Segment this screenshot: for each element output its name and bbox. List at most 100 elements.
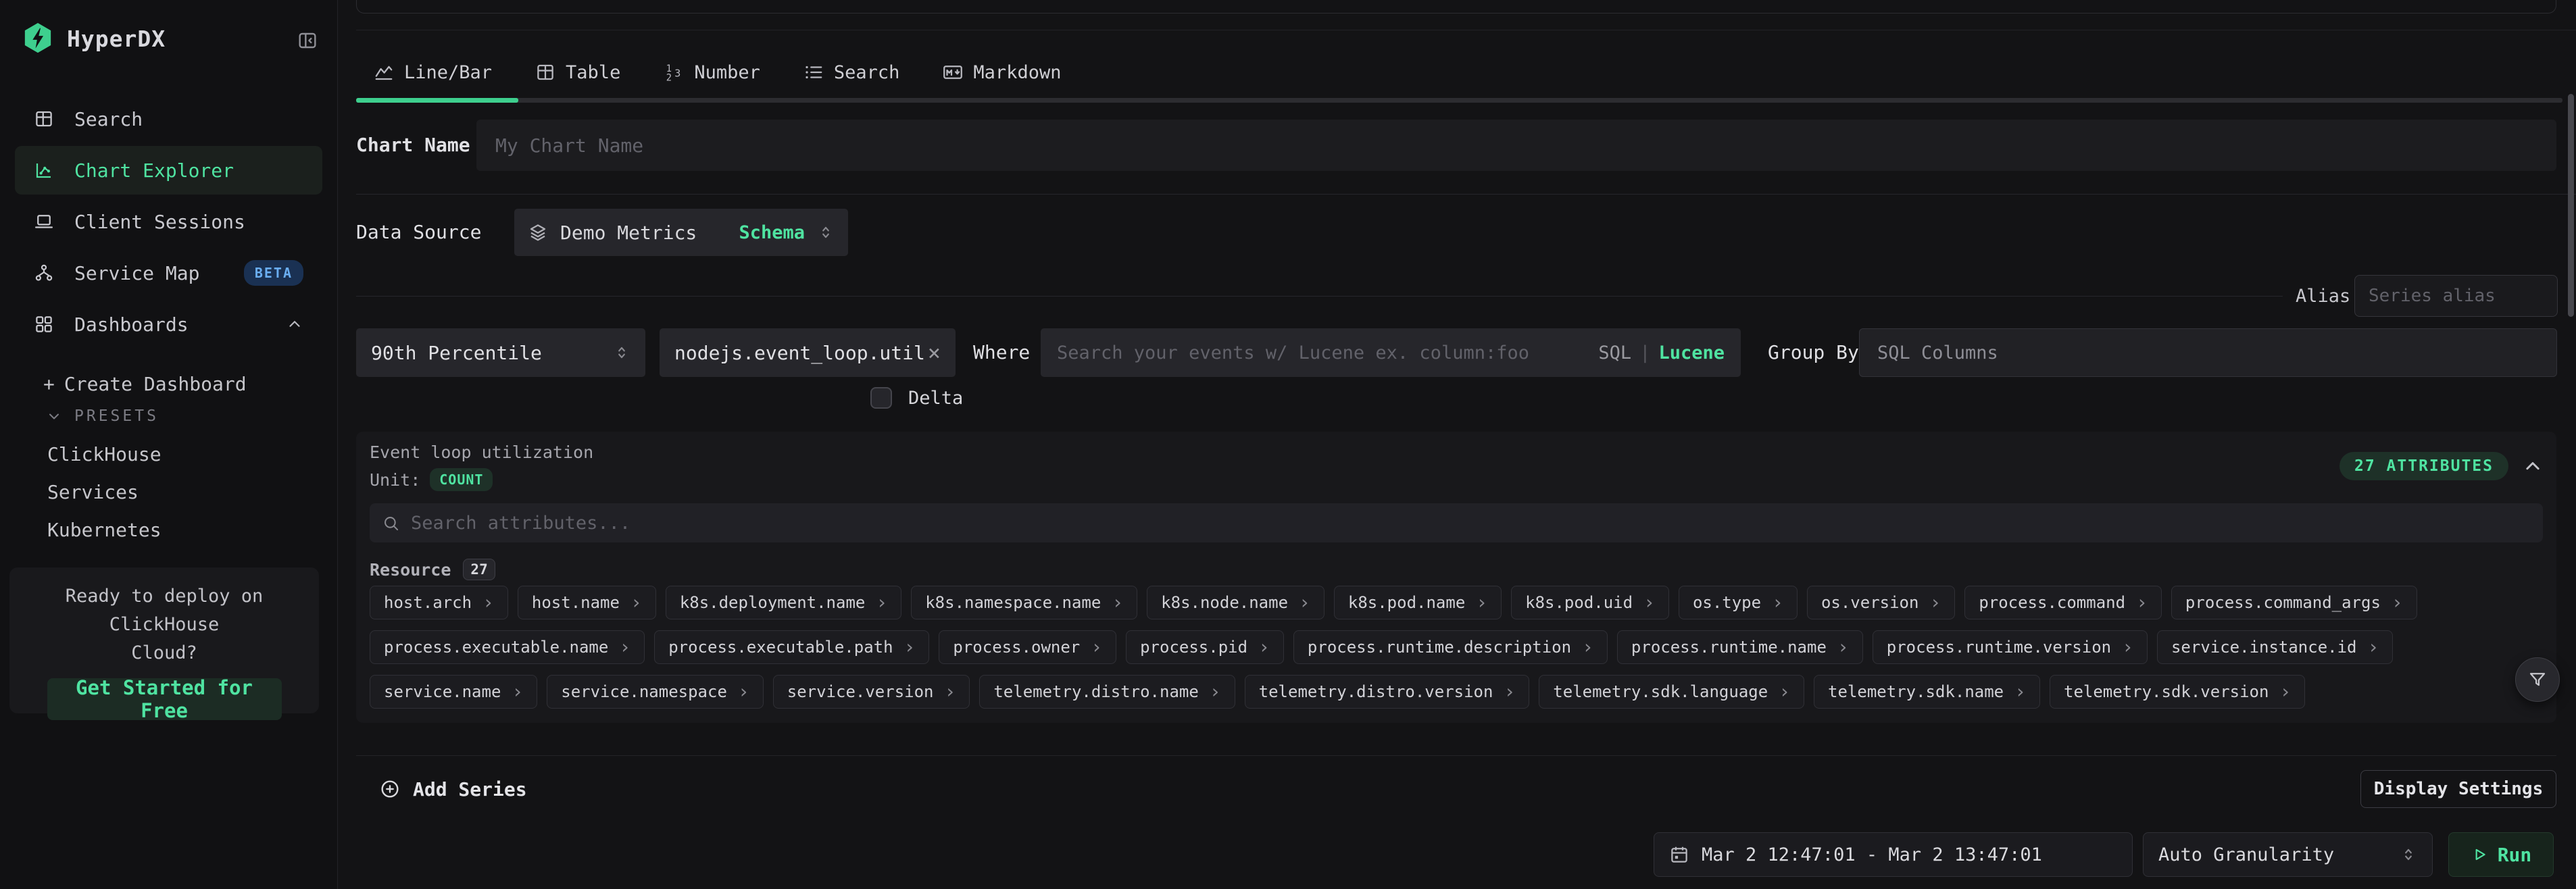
attribute-chip-label: process.runtime.name [1631, 638, 1827, 657]
schema-button[interactable]: Schema [739, 222, 805, 243]
attribute-chip[interactable]: telemetry.distro.name› [979, 675, 1235, 709]
sql-language-toggle[interactable]: SQL [1598, 342, 1631, 363]
attribute-chip-label: telemetry.sdk.language [1553, 682, 1768, 701]
preset-item-kubernetes[interactable]: Kubernetes [47, 511, 162, 549]
number-123-icon: 1 2 3 [664, 62, 684, 82]
table-search-icon [34, 109, 54, 129]
sidebar-nav: Search Chart Explorer [15, 95, 322, 351]
attribute-chip[interactable]: service.name› [370, 675, 537, 709]
chevron-right-icon: › [1772, 593, 1783, 612]
attribute-chip[interactable]: k8s.pod.uid› [1511, 586, 1669, 619]
chevron-updown-icon [2400, 846, 2417, 863]
attribute-chip[interactable]: process.runtime.name› [1617, 630, 1863, 664]
sidebar-item-label: Client Sessions [74, 211, 245, 233]
tab-search[interactable]: Search [803, 62, 900, 83]
chevron-down-icon [46, 408, 62, 424]
chevron-right-icon: › [2279, 682, 2291, 701]
attribute-chip[interactable]: service.instance.id› [2157, 630, 2393, 664]
attribute-chip-list: host.arch›host.name›k8s.deployment.name›… [370, 586, 2543, 709]
attribute-chip[interactable]: process.command› [1964, 586, 2162, 619]
attribute-chip[interactable]: host.name› [518, 586, 656, 619]
aggregation-select[interactable]: 90th Percentile [356, 328, 645, 377]
attribute-chip[interactable]: process.owner› [939, 630, 1116, 664]
attribute-chip[interactable]: process.runtime.description› [1293, 630, 1608, 664]
attribute-chip[interactable]: service.namespace› [547, 675, 764, 709]
run-label: Run [2498, 844, 2532, 866]
tab-label: Table [566, 62, 620, 83]
preset-item-services[interactable]: Services [47, 473, 162, 511]
chevron-right-icon: › [1504, 682, 1515, 701]
attribute-chip[interactable]: os.type› [1679, 586, 1798, 619]
where-label: Where [973, 328, 1030, 377]
attribute-chip[interactable]: telemetry.sdk.name› [1814, 675, 2040, 709]
sidebar-collapse-icon[interactable] [297, 30, 318, 51]
attribute-chip[interactable]: process.pid› [1126, 630, 1284, 664]
attribute-chip[interactable]: process.executable.name› [370, 630, 645, 664]
attribute-chip-label: telemetry.distro.version [1259, 682, 1493, 701]
tab-label: Markdown [973, 62, 1061, 83]
attribute-chip-label: process.executable.path [668, 638, 893, 657]
filter-panel-toggle-button[interactable] [2515, 657, 2560, 702]
group-by-input[interactable] [1859, 328, 2557, 377]
plus-icon: + [43, 373, 55, 395]
preset-item-clickhouse[interactable]: ClickHouse [47, 435, 162, 473]
granularity-select[interactable]: Auto Granularity [2143, 832, 2433, 877]
attribute-chip[interactable]: host.arch› [370, 586, 508, 619]
attribute-chip[interactable]: process.command_args› [2171, 586, 2417, 619]
presets-section-toggle[interactable]: PRESETS [46, 404, 159, 428]
attribute-chip[interactable]: process.executable.path› [654, 630, 929, 664]
attribute-chip[interactable]: k8s.namespace.name› [911, 586, 1137, 619]
tab-label: Search [834, 62, 900, 83]
sidebar-item-search[interactable]: Search [15, 95, 322, 143]
attribute-chip-label: host.arch [384, 593, 472, 612]
attribute-chip[interactable]: telemetry.distro.version › [1245, 675, 1530, 709]
app-window: HyperDX Search [0, 0, 2576, 889]
vertical-scrollbar[interactable] [2568, 94, 2574, 317]
tab-underline-track [356, 98, 2562, 103]
add-series-button[interactable]: Add Series [379, 770, 527, 808]
sidebar-item-client-sessions[interactable]: Client Sessions [15, 197, 322, 246]
metric-field-tag[interactable]: nodejs.event_loop.util × [660, 328, 956, 377]
attribute-chip[interactable]: service.version› [773, 675, 970, 709]
time-range-picker[interactable]: Mar 2 12:47:01 - Mar 2 13:47:01 [1654, 832, 2133, 877]
list-icon [803, 62, 824, 82]
chevron-right-icon: › [1643, 593, 1655, 612]
attribute-chip[interactable]: telemetry.sdk.version› [2050, 675, 2305, 709]
attribute-chip-label: k8s.pod.name [1348, 593, 1465, 612]
attribute-chip[interactable]: k8s.pod.name› [1334, 586, 1502, 619]
tab-table[interactable]: Table [535, 62, 620, 83]
tab-markdown[interactable]: Markdown [943, 62, 1061, 83]
app-logo[interactable]: HyperDX [22, 22, 166, 55]
attribute-chip[interactable]: os.version› [1807, 586, 1955, 619]
sidebar-item-dashboards[interactable]: Dashboards [15, 300, 322, 349]
attribute-search-input[interactable] [411, 513, 2531, 534]
delta-checkbox[interactable] [870, 387, 892, 409]
chevron-right-icon: › [619, 638, 630, 657]
delta-option: Delta [870, 386, 963, 409]
chart-name-input[interactable] [476, 120, 2556, 171]
tab-number[interactable]: 1 2 3 Number [664, 62, 760, 83]
get-started-button[interactable]: Get Started for Free [47, 678, 282, 720]
attribute-chip[interactable]: process.runtime.version› [1873, 630, 2148, 664]
chevron-right-icon: › [1299, 593, 1310, 612]
run-button[interactable]: Run [2448, 832, 2554, 877]
chevron-right-icon: › [1582, 638, 1593, 657]
tab-line-bar[interactable]: Line/Bar [374, 62, 492, 83]
where-filter-input[interactable] [1057, 342, 1590, 363]
series-alias-input[interactable] [2354, 275, 2558, 317]
granularity-value: Auto Granularity [2158, 844, 2334, 865]
sidebar-item-chart-explorer[interactable]: Chart Explorer [15, 146, 322, 195]
table-icon [535, 62, 555, 82]
attribute-chip-label: process.owner [953, 638, 1080, 657]
attribute-chip[interactable]: k8s.deployment.name› [666, 586, 901, 619]
sidebar-item-service-map[interactable]: Service Map BETA [15, 249, 322, 297]
chevron-right-icon: › [1929, 593, 1941, 612]
attribute-chip[interactable]: telemetry.sdk.language› [1539, 675, 1804, 709]
create-dashboard-button[interactable]: + Create Dashboard [43, 369, 247, 399]
data-source-select[interactable]: Demo Metrics Schema [514, 209, 848, 256]
attribute-chip[interactable]: k8s.node.name› [1147, 586, 1324, 619]
close-icon[interactable]: × [928, 342, 941, 363]
chevron-up-icon[interactable] [2523, 456, 2543, 476]
lucene-language-toggle[interactable]: Lucene [1658, 342, 1725, 363]
display-settings-button[interactable]: Display Settings [2360, 770, 2556, 808]
